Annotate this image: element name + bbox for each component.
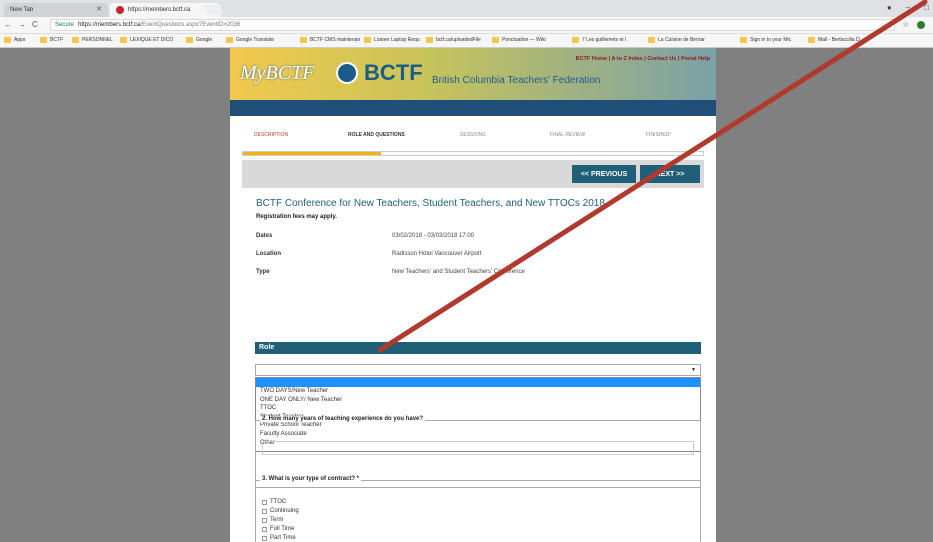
- annotation-line: [377, 0, 928, 353]
- annotation-arrow: [377, 0, 928, 353]
